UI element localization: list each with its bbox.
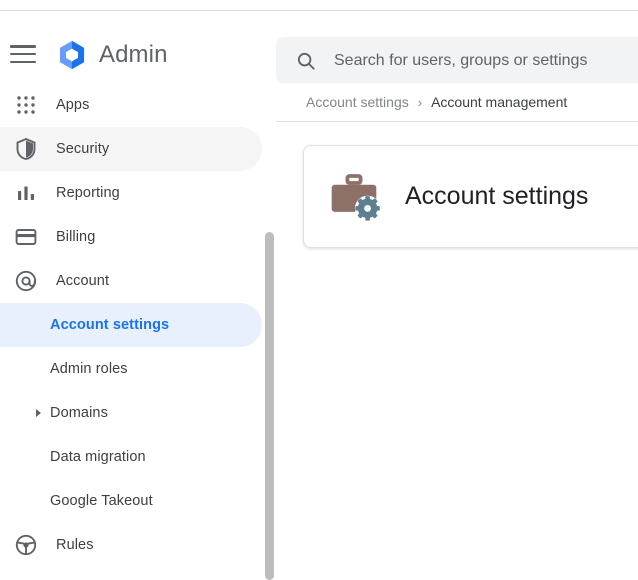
sidebar-item-data-migration[interactable]: Data migration <box>0 435 262 479</box>
breadcrumb-current: Account management <box>431 94 568 110</box>
sidebar-item-billing[interactable]: Billing <box>0 215 262 259</box>
sidebar-item-label: Reporting <box>56 185 120 201</box>
admin-console-page: Admin Apps <box>0 0 638 580</box>
sidebar-item-google-takeout[interactable]: Google Takeout <box>0 479 262 523</box>
sidebar-item-reporting[interactable]: Reporting <box>0 171 262 215</box>
sidebar-item-label: Billing <box>56 229 96 245</box>
hamburger-menu-icon[interactable] <box>8 43 36 64</box>
sidebar-item-label: Data migration <box>50 449 146 465</box>
breadcrumb-separator-icon: › <box>417 94 423 110</box>
bar-chart-icon <box>18 186 34 200</box>
sidebar-item-account-settings[interactable]: Account settings <box>0 303 262 347</box>
sidebar-item-label: Google Takeout <box>50 493 153 509</box>
briefcase-gear-icon <box>331 173 381 221</box>
search-bar[interactable] <box>276 37 638 84</box>
sidebar-item-security[interactable]: Security <box>0 127 262 171</box>
breadcrumb: Account settings › Account management <box>276 83 638 121</box>
credit-card-icon <box>15 229 37 245</box>
vertical-scrollbar-thumb[interactable] <box>265 232 274 580</box>
sidebar-item-label: Apps <box>56 97 90 113</box>
sidebar-item-admin-roles[interactable]: Admin roles <box>0 347 262 391</box>
sidebar-item-label: Domains <box>50 405 108 421</box>
sidebar-item-apps[interactable]: Apps <box>0 83 262 127</box>
expand-triangle-icon[interactable] <box>36 409 41 417</box>
brand-name: Admin <box>99 41 168 68</box>
google-admin-logo-icon <box>59 40 85 70</box>
breadcrumb-previous[interactable]: Account settings <box>306 94 409 110</box>
brand[interactable]: Admin <box>55 38 168 72</box>
search-icon <box>297 52 315 70</box>
sidebar-item-domains[interactable]: Domains <box>0 391 262 435</box>
search-input[interactable] <box>334 51 634 70</box>
sidebar-item-label: Admin roles <box>50 361 128 377</box>
top-header: Admin <box>0 11 638 84</box>
sidebar-item-label: Account <box>56 273 110 289</box>
sidebar-item-account[interactable]: Account <box>0 259 262 303</box>
apps-grid-icon <box>17 96 35 114</box>
sidebar-item-label: Account settings <box>50 317 170 333</box>
at-sign-icon <box>15 270 37 292</box>
sidebar-nav: Apps Security Reporting Billing Account … <box>0 83 276 580</box>
breadcrumb-divider <box>276 121 638 122</box>
main-content: Account settings › Account management Ac… <box>276 83 638 580</box>
account-settings-card[interactable]: Account settings <box>303 145 638 248</box>
shield-icon <box>16 137 36 160</box>
sidebar-item-rules[interactable]: Rules <box>0 523 262 567</box>
sidebar-item-label: Security <box>56 141 110 157</box>
card-title: Account settings <box>405 182 589 210</box>
steering-wheel-icon <box>15 534 37 556</box>
sidebar-item-label: Rules <box>56 537 94 553</box>
